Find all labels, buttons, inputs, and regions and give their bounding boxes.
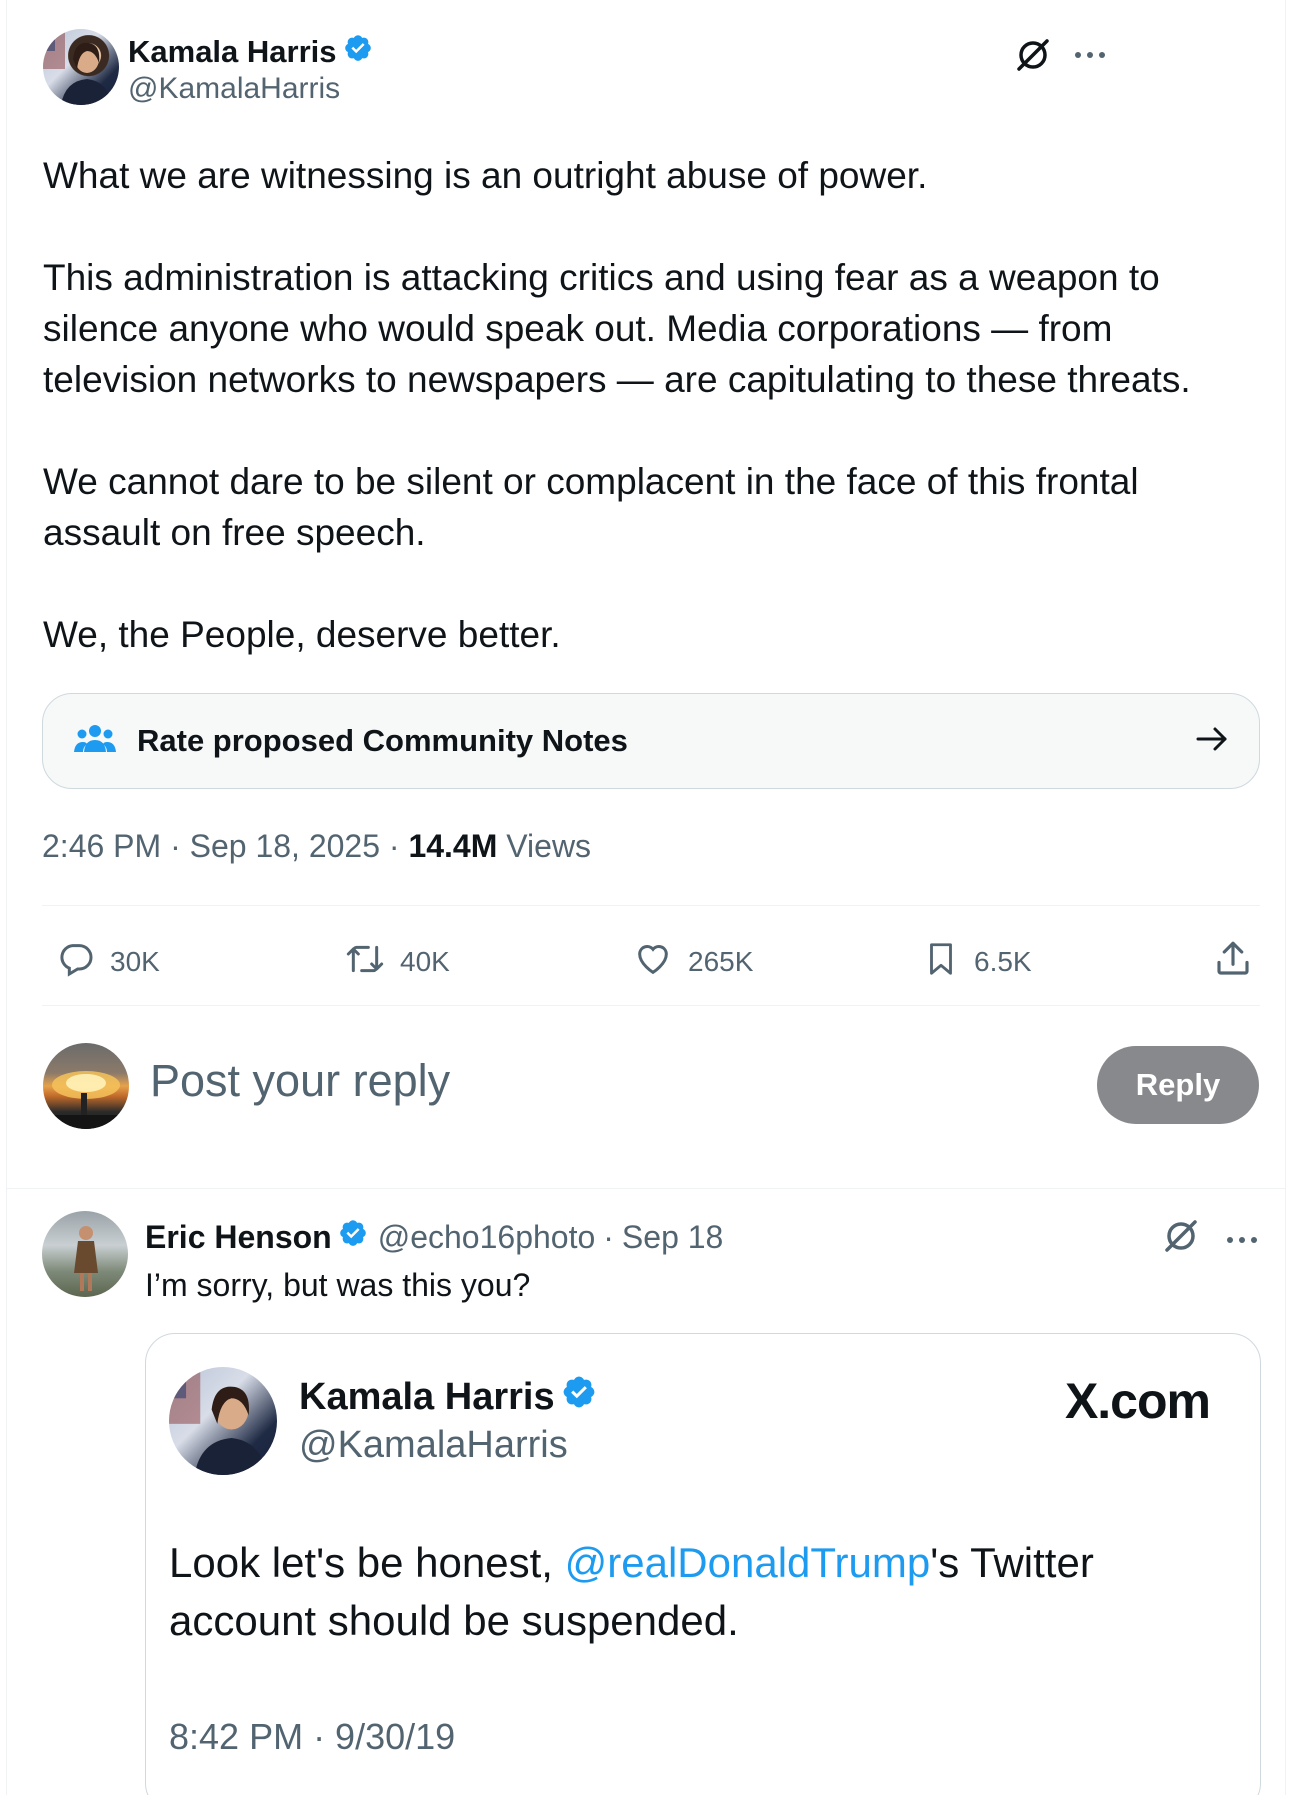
reply-input[interactable]: Post your reply — [150, 1055, 450, 1107]
meta-separator: · — [170, 828, 181, 864]
quoted-text-before: Look let's be honest, — [169, 1539, 565, 1586]
arrow-right-icon — [1195, 724, 1229, 759]
verified-badge-icon — [561, 1374, 597, 1420]
reply-date[interactable]: Sep 18 — [622, 1219, 723, 1256]
post-paragraph: This administration is attacking critics… — [43, 257, 1191, 400]
post-meta: 2:46 PM · Sep 18, 2025 · 14.4M Views — [42, 828, 591, 865]
quoted-mention-link: @realDonaldTrump — [564, 1539, 931, 1586]
repost-action[interactable]: 40K — [344, 920, 450, 1004]
post-paragraph: We cannot dare to be silent or complacen… — [43, 461, 1139, 553]
divider — [42, 1005, 1260, 1006]
bookmark-count: 6.5K — [974, 946, 1032, 977]
views-count: 14.4M — [408, 828, 498, 864]
verified-badge-icon — [343, 33, 373, 71]
grok-icon[interactable] — [1013, 35, 1053, 80]
community-notes-label: Rate proposed Community Notes — [137, 723, 628, 758]
quoted-author-handle: @KamalaHarris — [299, 1424, 568, 1466]
reply-header: Eric Henson @echo16photo · Sep 18 — [145, 1218, 723, 1256]
author-avatar[interactable] — [43, 29, 119, 105]
reply-author-handle[interactable]: @echo16photo — [378, 1219, 596, 1256]
quoted-author-name-text: Kamala Harris — [299, 1375, 555, 1418]
quoted-post-text: Look let's be honest, @realDonaldTrump's… — [169, 1534, 1169, 1650]
like-count: 265K — [688, 946, 754, 977]
quoted-author-name: Kamala Harris — [299, 1374, 597, 1420]
author-handle[interactable]: @KamalaHarris — [128, 72, 340, 106]
quoted-image-card[interactable]: Kamala Harris @KamalaHarris X.com Look l… — [145, 1333, 1261, 1795]
post-time[interactable]: 2:46 PM — [42, 828, 161, 864]
views-label: Views — [506, 828, 592, 864]
divider — [42, 905, 1260, 906]
reply-text: I’m sorry, but was this you? — [145, 1267, 531, 1303]
meta-separator: · — [388, 828, 400, 864]
reply-action[interactable]: 30K — [56, 920, 160, 1004]
quoted-timestamp: 8:42 PM · 9/30/19 — [169, 1716, 456, 1757]
post-paragraph: We, the People, deserve better. — [43, 614, 561, 655]
avatar-portrait-icon — [43, 29, 113, 105]
share-action[interactable] — [1212, 920, 1268, 1004]
more-options-icon[interactable] — [1224, 1225, 1260, 1260]
repost-count: 40K — [400, 946, 450, 977]
avatar-portrait-icon — [169, 1367, 269, 1475]
post-paragraph: What we are witnessing is an outright ab… — [43, 155, 928, 196]
grok-icon[interactable] — [1161, 1216, 1201, 1261]
x-brand-logo: X.com — [1064, 1373, 1211, 1429]
author-name[interactable]: Kamala Harris — [128, 33, 373, 71]
bookmark-action[interactable]: 6.5K — [922, 920, 1032, 1004]
like-action[interactable]: 265K — [632, 920, 753, 1004]
more-options-icon[interactable] — [1072, 40, 1108, 75]
reply-author-name[interactable]: Eric Henson — [145, 1219, 332, 1256]
people-icon — [73, 722, 117, 761]
meta-separator: · — [603, 1218, 614, 1255]
section-divider — [6, 1188, 1286, 1189]
community-notes-button[interactable]: Rate proposed Community Notes — [42, 693, 1260, 789]
heart-icon — [632, 939, 688, 986]
quoted-author-avatar — [169, 1367, 277, 1475]
share-icon — [1212, 938, 1268, 987]
post-text: What we are witnessing is an outright ab… — [43, 150, 1263, 660]
verified-badge-icon — [338, 1218, 368, 1256]
repost-icon — [344, 939, 400, 986]
post-date[interactable]: Sep 18, 2025 — [190, 828, 380, 864]
reply-count: 30K — [110, 946, 160, 977]
explosion-image-icon — [43, 1071, 129, 1129]
reply-author-avatar[interactable] — [42, 1211, 128, 1297]
author-name-text: Kamala Harris — [128, 34, 337, 69]
user-avatar[interactable] — [43, 1043, 129, 1129]
reply-button[interactable]: Reply — [1097, 1046, 1259, 1124]
action-bar: 30K 40K 265K 6.5K — [42, 920, 1260, 1004]
person-photo-icon — [74, 1226, 98, 1291]
reply-icon — [56, 939, 110, 986]
bookmark-icon — [922, 938, 974, 987]
